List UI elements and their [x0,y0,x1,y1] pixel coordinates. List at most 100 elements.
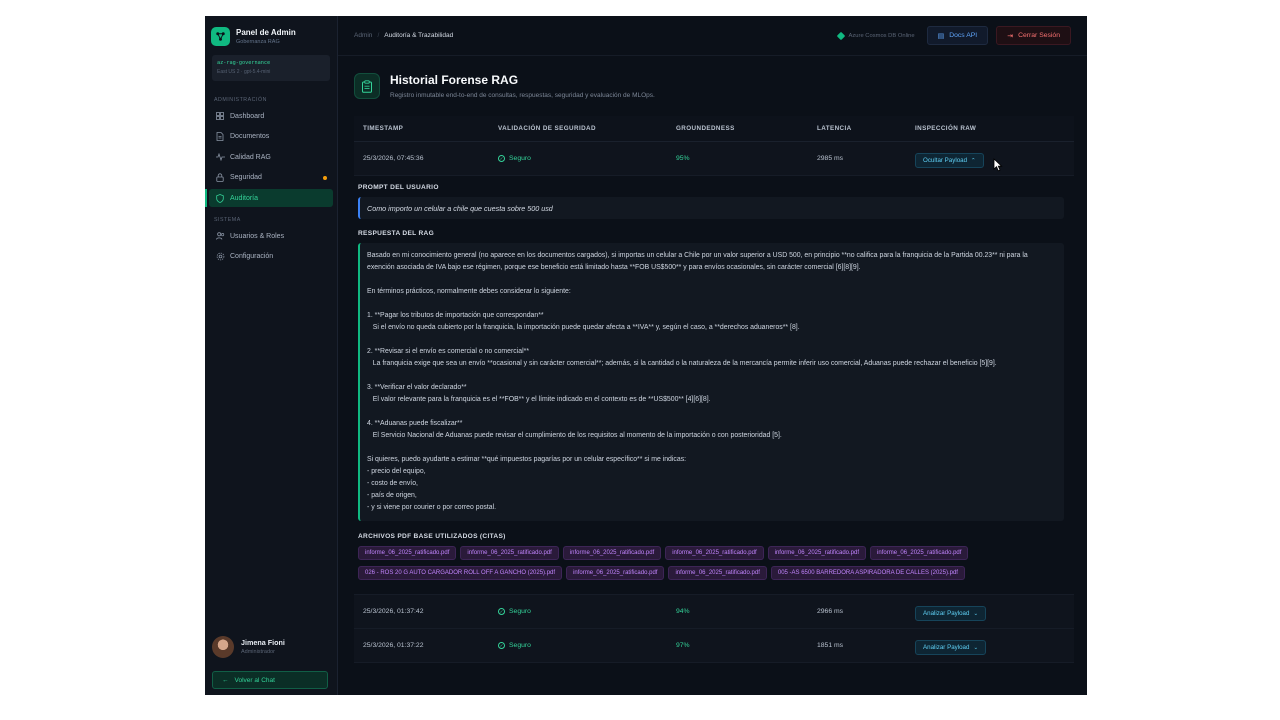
arrow-left-icon: ← [222,676,229,684]
citation-chip[interactable]: informe_06_2025_ratificado.pdf [668,566,767,580]
response-paragraph: 4. **Aduanas puede fiscalizar** El Servi… [367,420,782,439]
column-header-latency: LATENCIA [817,125,852,132]
index-meta: East US 2 · gpt-5.4-mini [217,69,271,75]
payload-detail: PROMPT DEL USUARIO Como importo un celul… [354,176,1074,595]
index-selector[interactable]: az-rag-governance East US 2 · gpt-5.4-mi… [212,55,330,81]
table-header: TIMESTAMP VALIDACIÓN DE SEGURIDAD GROUND… [354,116,1074,142]
response-paragraph: 2. **Revisar si el envío es comercial o … [367,348,997,367]
document-icon [215,132,225,142]
status-badge: ✓ Seguro [498,642,676,649]
analyze-payload-button[interactable]: Analizar Payload ⌄ [915,606,987,621]
response-paragraph: 1. **Pagar los tributos de importación q… [367,312,800,331]
back-to-chat-button[interactable]: ← Volver al Chat [212,671,328,689]
response-text: Basado en mi conocimiento general (no ap… [358,243,1064,521]
latency-cell: 2966 ms [817,608,844,615]
logout-icon: ⇥ [1007,32,1014,40]
breadcrumb: Admin / Auditoría & Trazabilidad [354,32,453,39]
column-header-inspection: INSPECCIÓN RAW [915,125,977,132]
citation-chip[interactable]: informe_06_2025_ratificado.pdf [562,546,662,560]
groundedness-cell: 94% [676,608,690,615]
sidebar-item-auditoria[interactable]: Auditoría [205,189,333,208]
section-label-admin: ADMINISTRACIÓN [214,97,267,103]
pulse-icon [215,152,225,162]
status-label: Seguro [509,642,531,649]
citation-chip[interactable]: informe_06_2025_ratificado.pdf [665,546,764,560]
citation-chip[interactable]: informe_06_2025_ratificado.pdf [358,546,457,560]
sidebar-item-calidad-rag[interactable]: Calidad RAG [209,148,333,166]
citation-chip[interactable]: informe_06_2025_ratificado.pdf [460,546,559,560]
response-label: RESPUESTA DEL RAG [358,230,435,237]
prompt-label: PROMPT DEL USUARIO [358,184,439,191]
sidebar-item-label: Usuarios & Roles [230,232,285,240]
citation-chip[interactable]: informe_06_2025_ratificado.pdf [767,546,867,560]
topbar: Admin / Auditoría & Trazabilidad Azure Cos… [338,16,1087,56]
analyze-payload-button[interactable]: Analizar Payload ⌄ [915,640,987,655]
citation-chip[interactable]: 005 -AS 6500 BARREDORA ASPIRADORA DE CAL… [770,566,965,580]
section-label-system: SISTEMA [214,217,241,224]
chevron-down-icon: ⌄ [973,644,979,651]
citations-list: informe_06_2025_ratificado.pdf informe_0… [358,544,1064,584]
page-subtitle: Registro inmutable end-to-end de consult… [390,92,655,99]
sidebar: Panel de Admin Gobernanza RAG az-rag-gov… [205,16,338,695]
gear-icon [215,252,225,262]
table-row: 25/3/2026, 01:37:22 ✓ Seguro 97% 1851 ms … [354,629,1074,663]
column-header-timestamp: TIMESTAMP [363,125,404,132]
azure-status: Azure Cosmos DB Online [836,31,915,40]
citation-chip[interactable]: informe_06_2025_ratificado.pdf [870,546,969,560]
check-circle-icon: ✓ [498,608,505,615]
sidebar-item-label: Dashboard [230,112,265,120]
payload-button-label: Analizar Payload [923,610,970,617]
sidebar-item-documentos[interactable]: Documentos [209,128,333,146]
sidebar-item-configuracion[interactable]: Configuración [209,248,333,266]
breadcrumb-separator: / [377,32,380,39]
response-paragraph: 3. **Verificar el valor declarado** El v… [367,384,711,403]
latency-cell: 2985 ms [817,155,844,162]
clipboard-icon [354,73,380,99]
chevron-down-icon: ⌄ [973,610,979,617]
docs-api-button[interactable]: ▤ Docs API [926,26,989,45]
sidebar-item-label: Calidad RAG [230,153,271,161]
notification-dot [323,175,327,180]
citation-chip[interactable]: informe_06_2025_ratificado.pdf [566,566,665,580]
lock-icon [215,173,225,183]
status-label: Seguro [509,155,531,162]
sidebar-item-label: Configuración [230,253,274,261]
prompt-text: Como importo un celular a chile que cues… [358,197,1064,219]
logout-label: Cerrar Sesión [1018,32,1060,39]
sidebar-item-dashboard[interactable]: Dashboard [209,107,333,125]
azure-status-label: Azure Cosmos DB Online [848,32,915,39]
back-to-chat-label: Volver al Chat [234,676,275,684]
azure-status-icon [836,31,845,40]
status-badge: ✓ Seguro [498,608,676,615]
sidebar-item-label: Documentos [230,133,270,141]
brand-logo-icon [211,27,230,46]
response-paragraph: En términos prácticos, normalmente debes… [367,288,571,295]
breadcrumb-current: Auditoría & Trazabilidad [384,32,454,39]
sidebar-item-seguridad[interactable]: Seguridad [209,169,333,187]
latency-cell: 1851 ms [817,642,844,649]
citations-label: ARCHIVOS PDF BASE UTILIZADOS (CITAS) [358,533,506,540]
chevron-up-icon: ⌃ [971,157,976,164]
brand: Panel de Admin Gobernanza RAG [205,16,337,46]
avatar [212,636,234,658]
page-title: Historial Forense RAG [390,73,519,87]
users-icon [215,231,225,241]
hide-payload-button[interactable]: Ocultar Payload ⌃ [915,153,984,168]
mouse-cursor-icon [993,158,1003,172]
logout-button[interactable]: ⇥ Cerrar Sesión [996,26,1071,45]
user-profile[interactable]: Jimena Fioni Administrador [212,636,285,658]
column-header-groundedness: GROUNDEDNESS [676,125,735,132]
audit-table: TIMESTAMP VALIDACIÓN DE SEGURIDAD GROUND… [354,116,1074,663]
citation-chip[interactable]: 026 - ROS 20 G AUTO CARGADOR ROLL OFF A … [358,566,563,580]
brand-title: Panel de Admin [236,27,296,37]
table-row: 25/3/2026, 07:45:36 ✓ Seguro 95% 2985 ms … [354,142,1074,176]
user-name: Jimena Fioni [241,638,285,647]
breadcrumb-root[interactable]: Admin [354,32,372,39]
docs-api-label: Docs API [949,32,978,39]
grid-icon [215,111,225,121]
status-badge: ✓ Seguro [498,155,676,162]
sidebar-item-usuarios[interactable]: Usuarios & Roles [209,227,333,245]
index-name: az-rag-governance [217,60,271,66]
admin-app: Panel de Admin Gobernanza RAG az-rag-gov… [205,16,1087,695]
user-role: Administrador [241,649,275,655]
